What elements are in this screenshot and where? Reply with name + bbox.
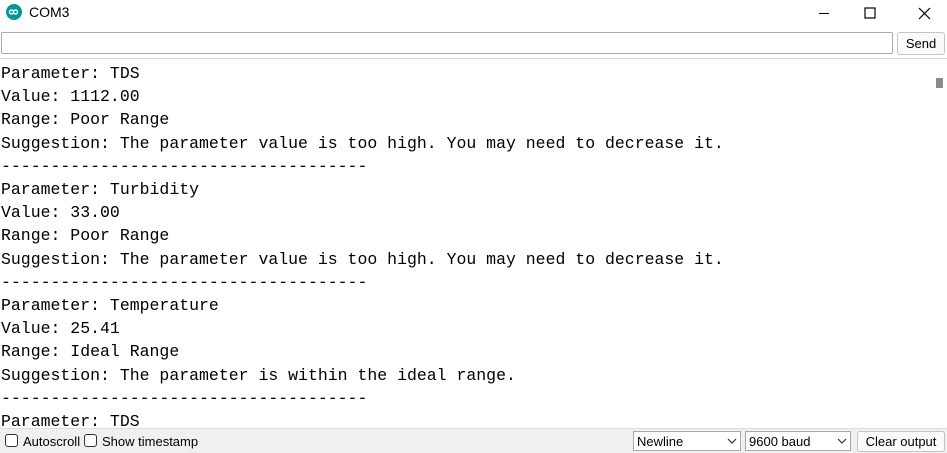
line-ending-select[interactable]: Newline (633, 431, 741, 451)
send-row: Send (0, 30, 947, 57)
autoscroll-checkbox[interactable] (5, 434, 18, 447)
baud-rate-value: 9600 baud (749, 434, 811, 449)
output-line: Range: Poor Range (1, 110, 170, 130)
output-line: Suggestion: The parameter is within the … (1, 365, 516, 385)
serial-input[interactable] (1, 32, 893, 54)
autoscroll-label: Autoscroll (23, 434, 81, 449)
output-line: Value: 1112.00 (1, 87, 140, 107)
minimize-button[interactable] (801, 0, 847, 26)
line-ending-value: Newline (637, 434, 684, 449)
window-title: COM3 (29, 4, 70, 20)
baud-rate-select[interactable]: 9600 baud (745, 431, 851, 451)
output-line: Value: 25.41 (1, 319, 120, 339)
output-line: Parameter: Turbidity (1, 180, 200, 199)
close-icon (918, 7, 930, 19)
output-line: Parameter: Temperature (1, 296, 219, 315)
chevron-down-icon (837, 438, 847, 444)
scrollbar-thumb[interactable] (936, 78, 943, 88)
footer-bar: Autoscroll Show timestamp Newline 9600 b… (0, 428, 947, 453)
serial-monitor-window: COM3 Send Parameter: TDS Value: 1112.00 Ra… (0, 0, 947, 453)
send-button[interactable]: Send (897, 32, 945, 55)
output-line: ------------------------------------- (1, 272, 368, 292)
vertical-scrollbar[interactable] (930, 61, 947, 427)
output-line: Parameter: TDS (1, 64, 140, 83)
minimize-icon (819, 13, 829, 14)
title-bar: COM3 (0, 0, 947, 26)
output-line: ------------------------------------- (1, 156, 368, 176)
output-line: Parameter: TDS (1, 412, 140, 427)
arduino-infinity-icon (6, 4, 22, 20)
output-line: Suggestion: The parameter value is too h… (1, 249, 724, 269)
output-line: Value: 33.00 (1, 203, 120, 223)
show-timestamp-checkbox[interactable] (84, 434, 97, 447)
show-timestamp-label: Show timestamp (102, 434, 199, 449)
output-line: Range: Ideal Range (1, 342, 180, 362)
chevron-down-icon (727, 438, 737, 444)
serial-output: Parameter: TDS Value: 1112.00 Range: Poor … (0, 61, 928, 427)
maximize-button[interactable] (847, 0, 893, 26)
output-line: Suggestion: The parameter value is too h… (1, 133, 724, 153)
close-button[interactable] (901, 0, 947, 26)
clear-output-button[interactable]: Clear output (857, 431, 945, 452)
output-line: ------------------------------------- (1, 388, 368, 408)
divider (0, 58, 947, 59)
maximize-icon (864, 7, 876, 19)
output-line: Range: Poor Range (1, 226, 170, 246)
